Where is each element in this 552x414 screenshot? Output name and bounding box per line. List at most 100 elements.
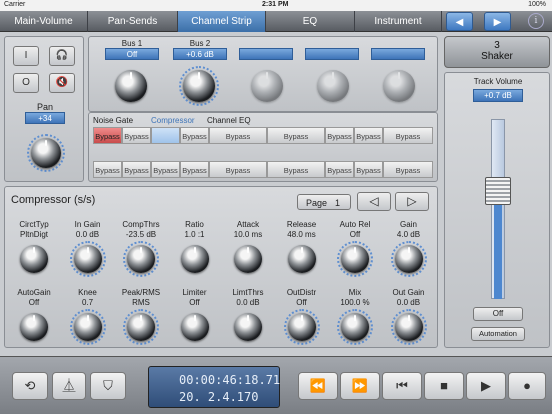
bus5-knob[interactable] (383, 70, 415, 102)
param-knob[interactable] (180, 245, 209, 273)
page-next-button[interactable]: ▷ (395, 192, 429, 211)
tab-eq[interactable]: EQ (266, 11, 355, 32)
page-number: 1 (335, 198, 341, 208)
fx3-slot[interactable] (151, 127, 180, 144)
fx-panel: Noise Gate Compressor Channel EQ Bypass … (88, 112, 438, 182)
forward-button[interactable]: ⏩ (340, 372, 380, 400)
param-value: 0.7 (81, 298, 94, 307)
bus1-knob[interactable] (115, 70, 147, 102)
track-off-button[interactable]: Off (473, 307, 523, 321)
prev-track-button[interactable]: ◀ (446, 12, 473, 31)
solo-button[interactable]: 🎧 (49, 46, 75, 66)
fx2-bypass-button[interactable]: Bypass (122, 127, 151, 144)
bus3-knob[interactable] (251, 70, 283, 102)
fx8-bypass-button[interactable]: Bypass (354, 127, 383, 144)
fx14-bypass-button[interactable]: Bypass (209, 161, 267, 178)
fx18-bypass-button[interactable]: Bypass (383, 161, 433, 178)
page-prev-button[interactable]: ◁ (357, 192, 391, 211)
tab-channel-strip[interactable]: Channel Strip (178, 11, 266, 32)
replace-button[interactable]: ⛉ (90, 372, 126, 400)
tab-main-volume[interactable]: Main-Volume (0, 11, 88, 32)
param-name: LimtThrs (232, 288, 264, 297)
param-knob[interactable] (20, 313, 48, 341)
param-knob[interactable] (180, 313, 209, 341)
param-value: 0.0 dB (236, 298, 260, 307)
param-name: Gain (400, 220, 417, 229)
fx13-bypass-button[interactable]: Bypass (180, 161, 209, 178)
param-name: CompThrs (122, 220, 160, 229)
param-value: 100.0 % (340, 298, 370, 307)
play-button[interactable]: ▶ (466, 372, 506, 400)
tab-pan-sends[interactable]: Pan-Sends (88, 11, 178, 32)
param-value: Off (189, 298, 200, 307)
fx10-bypass-button[interactable]: Bypass (93, 161, 122, 178)
automation-button[interactable]: Automation (471, 327, 525, 341)
param-knob[interactable] (73, 245, 102, 273)
param-name: Mix (348, 288, 362, 297)
mute-icon: 🔇 (55, 77, 69, 88)
param-knob[interactable] (287, 313, 316, 341)
pan-knob[interactable] (31, 138, 61, 168)
param-name: Knee (78, 288, 97, 297)
track-number: 3 (494, 40, 500, 51)
fx-label-compressor[interactable]: Compressor (151, 116, 195, 125)
bus1-value: Off (105, 48, 159, 60)
fx7-bypass-button[interactable]: Bypass (325, 127, 354, 144)
fx4-bypass-button[interactable]: Bypass (180, 127, 209, 144)
fx-label-noise-gate[interactable]: Noise Gate (93, 116, 133, 125)
param-knob[interactable] (341, 313, 369, 341)
param-knob[interactable] (341, 245, 369, 273)
param-name: Ratio (185, 220, 204, 229)
status-bar: Carrier 2:31 PM 100% (0, 0, 552, 11)
param-knob[interactable] (20, 245, 48, 273)
tab-instrument[interactable]: Instrument (355, 11, 442, 32)
rewind-button[interactable]: ⏪ (298, 372, 338, 400)
param-value: 10.0 ms (233, 230, 263, 239)
fx15-bypass-button[interactable]: Bypass (267, 161, 325, 178)
record-enable-button[interactable]: O (13, 73, 39, 93)
param-knob[interactable] (234, 313, 262, 341)
metronome-button[interactable]: ⏅ (52, 372, 86, 400)
bus1-label: Bus 1 (121, 39, 143, 48)
param-knob[interactable] (127, 245, 155, 273)
param-knob[interactable] (394, 245, 423, 273)
track-name: Shaker (481, 51, 513, 62)
param-value: Off (296, 298, 307, 307)
bus4-knob[interactable] (317, 70, 349, 102)
cycle-button[interactable]: ⟲ (12, 372, 48, 400)
fx11-bypass-button[interactable]: Bypass (122, 161, 151, 178)
param-name: AutoGain (17, 288, 51, 297)
fx6-bypass-button[interactable]: Bypass (267, 127, 325, 144)
fx5-bypass-button[interactable]: Bypass (209, 127, 267, 144)
param-value: PltnDigt (19, 230, 48, 239)
track-name-box[interactable]: 3 Shaker (444, 36, 550, 68)
fx-label-channel-eq[interactable]: Channel EQ (207, 116, 251, 125)
stop-button[interactable]: ■ (424, 372, 464, 400)
fx16-bypass-button[interactable]: Bypass (325, 161, 354, 178)
bus2-value: +0.6 dB (173, 48, 227, 60)
bus3-value (239, 48, 293, 60)
param-knob[interactable] (234, 245, 262, 273)
record-button[interactable]: ● (508, 372, 546, 400)
param-knob[interactable] (287, 245, 316, 273)
headphones-icon: 🎧 (55, 50, 69, 61)
input-monitor-button[interactable]: I (13, 46, 39, 66)
mute-button[interactable]: 🔇 (49, 73, 75, 93)
next-track-button[interactable]: ▶ (484, 12, 511, 31)
volume-fader-handle[interactable] (485, 177, 511, 205)
go-to-start-button[interactable]: ⏮ (382, 372, 422, 400)
fx9-bypass-button[interactable]: Bypass (383, 127, 433, 144)
param-knob[interactable] (73, 313, 102, 341)
fx1-bypass-button[interactable]: Bypass (93, 127, 122, 144)
param-knob[interactable] (394, 313, 423, 341)
battery-label: 100% (528, 1, 546, 8)
bus2-knob[interactable] (183, 70, 215, 102)
param-value: RMS (132, 298, 150, 307)
info-icon[interactable]: i (528, 13, 544, 29)
fx12-bypass-button[interactable]: Bypass (151, 161, 180, 178)
param-value: 4.0 dB (396, 230, 421, 239)
param-knob[interactable] (127, 313, 155, 341)
fx17-bypass-button[interactable]: Bypass (354, 161, 383, 178)
page-label: Page (306, 198, 328, 208)
page-selector[interactable]: Page 1 (297, 194, 351, 210)
